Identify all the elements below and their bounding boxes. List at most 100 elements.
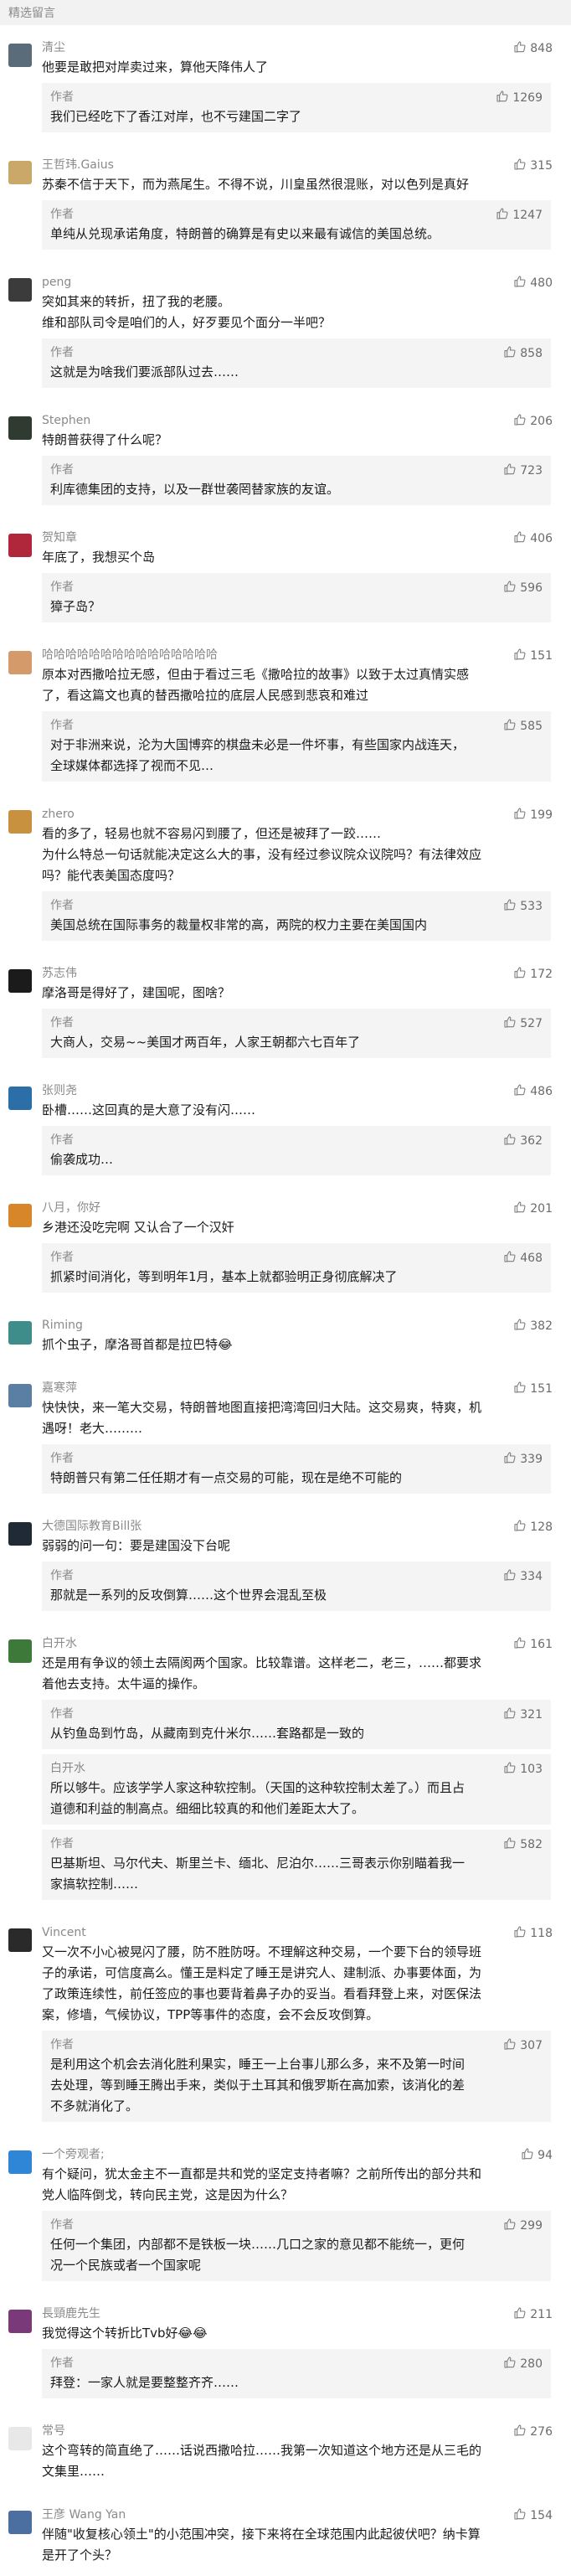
commenter-name: Vincent bbox=[42, 1926, 86, 1939]
like-button[interactable]: 128 bbox=[513, 1519, 553, 1536]
like-count: 858 bbox=[520, 347, 543, 360]
avatar[interactable] bbox=[8, 1204, 32, 1227]
avatar[interactable] bbox=[8, 1321, 32, 1345]
like-button[interactable]: 848 bbox=[513, 40, 553, 57]
comment-item: 486 张则尧 卧槽……这回真的是大意了没有闪…… 362 作者 偷袭成功… bbox=[0, 1068, 571, 1185]
reply-author: 作者 bbox=[50, 346, 74, 359]
author-reply: 582 作者 巴基斯坦、马尔代夫、斯里兰卡、缅北、尼泊尔……三哥表示你别瞄着我一家搞… bbox=[42, 1830, 551, 1900]
thumbs-up-icon bbox=[513, 2507, 527, 2524]
like-button[interactable]: 596 bbox=[503, 580, 543, 596]
section-header: 精选留言 bbox=[0, 0, 571, 25]
like-button[interactable]: 151 bbox=[513, 648, 553, 664]
thumbs-up-icon bbox=[503, 898, 517, 915]
like-button[interactable]: 307 bbox=[503, 2037, 543, 2054]
commenter-name: 哈哈哈哈哈哈哈哈哈哈哈哈哈哈哈 bbox=[42, 648, 218, 662]
avatar[interactable] bbox=[8, 810, 32, 834]
thumbs-up-icon bbox=[503, 1451, 517, 1468]
like-button[interactable]: 103 bbox=[503, 1761, 543, 1778]
like-button[interactable]: 1269 bbox=[496, 90, 543, 106]
like-button[interactable]: 406 bbox=[513, 530, 553, 547]
avatar[interactable] bbox=[8, 416, 32, 440]
author-reply: 334 作者 那就是一系列的反攻倒算……这个世界会混乱至极 bbox=[42, 1562, 551, 1611]
avatar[interactable] bbox=[8, 1639, 32, 1663]
avatar[interactable] bbox=[8, 44, 32, 67]
like-button[interactable]: 533 bbox=[503, 898, 543, 915]
avatar[interactable] bbox=[8, 2427, 32, 2450]
thumbs-up-icon bbox=[513, 1636, 527, 1653]
thumbs-up-icon bbox=[513, 275, 527, 292]
author-reply: 280 作者 拜登：一家人就是要整整齐齐…… bbox=[42, 2349, 551, 2398]
avatar[interactable] bbox=[8, 534, 32, 557]
like-count: 94 bbox=[538, 2149, 553, 2162]
avatar[interactable] bbox=[8, 2150, 32, 2174]
comment-text: 苏秦不信于天下，而为燕尾生。不得不说，川皇虽然很混账，对以色列是真好 bbox=[42, 177, 470, 192]
like-button[interactable]: 211 bbox=[513, 2306, 553, 2323]
like-button[interactable]: 468 bbox=[503, 1250, 543, 1267]
commenter-name: Riming bbox=[42, 1319, 83, 1332]
commenter-name: 嘉寒萍 bbox=[42, 1381, 77, 1395]
like-button[interactable]: 723 bbox=[503, 462, 543, 479]
avatar[interactable] bbox=[8, 278, 32, 302]
like-button[interactable]: 382 bbox=[513, 1318, 553, 1334]
like-count: 299 bbox=[520, 2219, 543, 2233]
thumbs-up-icon bbox=[503, 580, 517, 596]
like-button[interactable]: 201 bbox=[513, 1200, 553, 1217]
like-count: 307 bbox=[520, 2039, 543, 2052]
avatar[interactable] bbox=[8, 651, 32, 674]
reply-author: 作者 bbox=[50, 1707, 74, 1721]
like-button[interactable]: 486 bbox=[513, 1083, 553, 1100]
like-button[interactable]: 582 bbox=[503, 1836, 543, 1853]
like-button[interactable]: 527 bbox=[503, 1015, 543, 1032]
like-button[interactable]: 118 bbox=[513, 1925, 553, 1942]
like-button[interactable]: 280 bbox=[503, 2356, 543, 2372]
like-button[interactable]: 94 bbox=[521, 2147, 553, 2164]
like-button[interactable]: 321 bbox=[503, 1706, 543, 1723]
like-button[interactable]: 1247 bbox=[496, 207, 543, 224]
like-button[interactable]: 339 bbox=[503, 1451, 543, 1468]
like-button[interactable]: 206 bbox=[513, 413, 553, 430]
like-count: 362 bbox=[520, 1134, 543, 1148]
commenter-name: 一个旁观者; bbox=[42, 2148, 105, 2161]
like-button[interactable]: 585 bbox=[503, 718, 543, 735]
like-button[interactable]: 172 bbox=[513, 966, 553, 983]
like-button[interactable]: 276 bbox=[513, 2424, 553, 2440]
like-button[interactable]: 480 bbox=[513, 275, 553, 292]
avatar[interactable] bbox=[8, 1087, 32, 1110]
like-button[interactable]: 151 bbox=[513, 1381, 553, 1397]
commenter-name: 贺知章 bbox=[42, 531, 77, 545]
like-button[interactable]: 334 bbox=[503, 1568, 543, 1585]
comment-item: 211 長頸鹿先生 我觉得这个转折比Tvb好😂😂 280 作者 拜登：一家人就是要整整齐齐… bbox=[0, 2291, 571, 2408]
avatar[interactable] bbox=[8, 161, 32, 184]
avatar[interactable] bbox=[8, 1522, 32, 1546]
like-count: 480 bbox=[530, 276, 553, 290]
comment-item: 172 苏志伟 摩洛哥是得好了，建国呢，图啥？ 527 作者 大商人，交易~~美国才两百年… bbox=[0, 951, 571, 1068]
comment-text: 乡港还没吃完啊 又认合了一个汉奸 bbox=[42, 1220, 234, 1235]
like-button[interactable]: 161 bbox=[513, 1636, 553, 1653]
like-button[interactable]: 315 bbox=[513, 157, 553, 174]
like-button[interactable]: 299 bbox=[503, 2217, 543, 2234]
avatar[interactable] bbox=[8, 969, 32, 993]
like-count: 585 bbox=[520, 720, 543, 733]
like-button[interactable]: 154 bbox=[513, 2507, 553, 2524]
like-button[interactable]: 362 bbox=[503, 1133, 543, 1149]
avatar[interactable] bbox=[8, 2511, 32, 2534]
avatar[interactable] bbox=[8, 2310, 32, 2333]
like-button[interactable]: 199 bbox=[513, 807, 553, 823]
commenter-name: 八月，你好 bbox=[42, 1201, 100, 1215]
comment-item: 848 清尘 他要是敢把对岸卖过来，算他天降伟人了 1269 作者 我们已经吃下了香江对岸… bbox=[0, 25, 571, 142]
avatar[interactable] bbox=[8, 1384, 32, 1407]
comment-text: 弱弱的问一句：要是建国没下台呢 bbox=[42, 1538, 231, 1553]
like-button[interactable]: 858 bbox=[503, 345, 543, 362]
avatar[interactable] bbox=[8, 1928, 32, 1952]
reply-author: 作者 bbox=[50, 899, 74, 912]
like-count: 382 bbox=[530, 1319, 553, 1333]
author-reply: 299 作者 任何一个集团，内部都不是铁板一块……几口之家的意见都不能统一，更何况一… bbox=[42, 2211, 551, 2281]
thumbs-up-icon bbox=[503, 2037, 517, 2054]
